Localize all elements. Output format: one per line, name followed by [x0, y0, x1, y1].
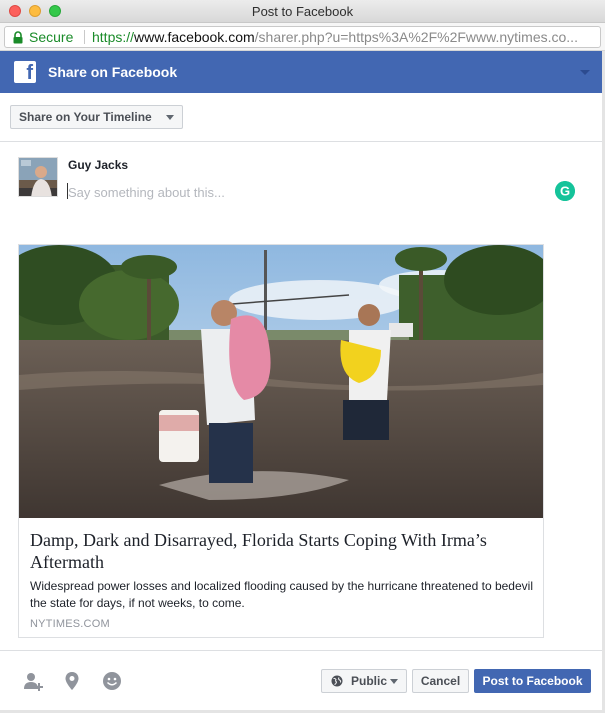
- privacy-selector-button[interactable]: Public: [321, 669, 407, 693]
- cancel-button[interactable]: Cancel: [412, 669, 469, 693]
- facebook-logo-letter: f: [26, 62, 33, 84]
- dialog-header: f Share on Facebook: [0, 51, 602, 93]
- post-to-facebook-button[interactable]: Post to Facebook: [474, 669, 591, 693]
- location-pin-icon[interactable]: [61, 670, 83, 692]
- lock-icon: [13, 31, 23, 44]
- divider: [0, 141, 602, 142]
- emoji-icon[interactable]: [101, 670, 123, 692]
- header-chevron-down-icon[interactable]: [580, 70, 590, 75]
- article-description: Widespread power losses and localized fl…: [30, 579, 533, 610]
- article-source: NYTIMES.COM: [30, 618, 110, 630]
- address-bar: Secure https://www.facebook.com/sharer.p…: [0, 23, 605, 51]
- url-scheme: https://: [92, 29, 135, 45]
- grammarly-letter: G: [560, 184, 570, 199]
- url-field[interactable]: Secure https://www.facebook.com/sharer.p…: [4, 26, 601, 48]
- tag-friends-icon[interactable]: [22, 670, 44, 692]
- dropdown-caret-icon: [165, 115, 174, 120]
- user-name: Guy Jacks: [68, 158, 129, 172]
- share-target-dropdown[interactable]: Share on Your Timeline: [10, 105, 183, 129]
- url-text: https://www.facebook.com/sharer.php?u=ht…: [92, 27, 578, 47]
- globe-icon: [331, 675, 343, 687]
- article-photo: [19, 245, 543, 518]
- dialog-title: Share on Facebook: [48, 64, 178, 80]
- secure-label: Secure: [29, 29, 74, 45]
- window-titlebar: Post to Facebook: [0, 0, 605, 23]
- avatar-image: [19, 158, 57, 196]
- privacy-label: Public: [351, 674, 388, 688]
- article-title: Damp, Dark and Disarrayed, Florida Start…: [30, 530, 487, 572]
- link-preview-card[interactable]: Damp, Dark and Disarrayed, Florida Start…: [18, 244, 544, 638]
- divider: [0, 650, 602, 651]
- grammarly-icon[interactable]: G: [555, 181, 575, 201]
- status-input[interactable]: [68, 182, 538, 202]
- url-host: www.facebook.com: [134, 29, 255, 45]
- window-title: Post to Facebook: [251, 4, 354, 19]
- facebook-logo-icon: f: [14, 61, 36, 84]
- share-target-label: Share on Your Timeline: [19, 110, 152, 124]
- avatar: [18, 157, 58, 197]
- url-path: /sharer.php?u=https%3A%2F%2Fwww.nytimes.…: [254, 29, 578, 45]
- url-separator: [84, 30, 85, 44]
- privacy-caret-icon: [390, 679, 398, 684]
